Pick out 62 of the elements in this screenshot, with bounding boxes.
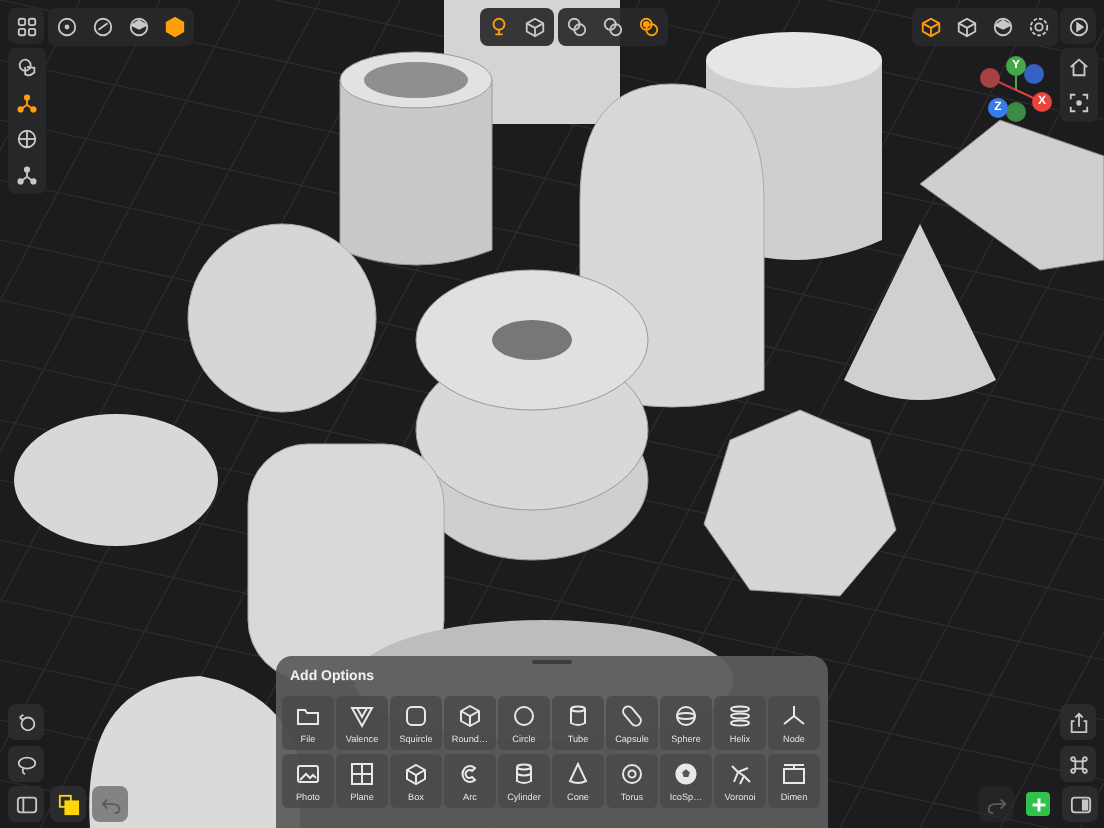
photo-icon — [296, 761, 320, 785]
circles-icon — [566, 16, 588, 38]
triangle-icon — [350, 703, 374, 727]
capsule-icon — [620, 703, 644, 727]
circles-icon — [602, 16, 624, 38]
lasso-button[interactable] — [8, 746, 44, 782]
sidebar-icon — [15, 793, 37, 815]
circle-icon — [56, 16, 78, 38]
ring-icon — [620, 761, 644, 785]
sphere-icon — [674, 703, 698, 727]
sphere-icon — [992, 16, 1014, 38]
panel-icon — [1069, 793, 1091, 815]
node-icon — [782, 703, 806, 727]
axes-icon — [16, 92, 38, 114]
hexagon-icon — [164, 16, 186, 38]
cone-icon — [566, 761, 590, 785]
sphere-icon — [674, 761, 698, 785]
command-icon — [1067, 753, 1089, 775]
cube-icon — [920, 16, 942, 38]
cylinder-icon — [566, 703, 590, 727]
arc-icon — [458, 761, 482, 785]
redo-icon — [985, 793, 1007, 815]
ruler-icon — [782, 761, 806, 785]
circle-icon — [512, 703, 536, 727]
cube-icon — [524, 16, 546, 38]
square-icon — [404, 703, 428, 727]
share-icon — [1067, 711, 1089, 733]
pin-icon — [488, 16, 510, 38]
drag-handle[interactable] — [532, 660, 572, 664]
add-button[interactable] — [1026, 792, 1050, 816]
focus-icon — [1068, 92, 1090, 114]
command-button[interactable] — [1060, 746, 1096, 782]
circle-icon — [92, 16, 114, 38]
home-icon — [1068, 56, 1090, 78]
circles-icon — [638, 16, 660, 38]
cube-icon — [404, 761, 428, 785]
coil-icon — [728, 703, 752, 727]
cube-icon — [458, 703, 482, 727]
cylinder-icon — [512, 761, 536, 785]
hand-icon — [16, 56, 38, 78]
squares-icon — [57, 793, 79, 815]
grid-button[interactable] — [8, 8, 44, 44]
play-icon — [1067, 15, 1089, 37]
undo-icon — [99, 793, 121, 815]
voronoi-icon — [728, 761, 752, 785]
rotate-icon — [15, 711, 37, 733]
share-button[interactable] — [1060, 704, 1096, 740]
layers-button[interactable] — [50, 786, 86, 822]
gear-icon — [1028, 16, 1050, 38]
folder-icon — [296, 703, 320, 727]
cube-icon — [956, 16, 978, 38]
globe-icon — [16, 128, 38, 150]
lasso-icon — [15, 753, 37, 775]
view-button[interactable] — [1060, 8, 1096, 44]
rotate-button[interactable] — [8, 704, 44, 740]
sidebar-button[interactable] — [8, 786, 44, 822]
grid-icon — [350, 761, 374, 785]
plus-icon — [1027, 793, 1049, 815]
grid-icon — [15, 15, 37, 37]
axes-icon — [16, 164, 38, 186]
panel-button[interactable] — [1062, 786, 1098, 822]
sphere-icon — [128, 16, 150, 38]
